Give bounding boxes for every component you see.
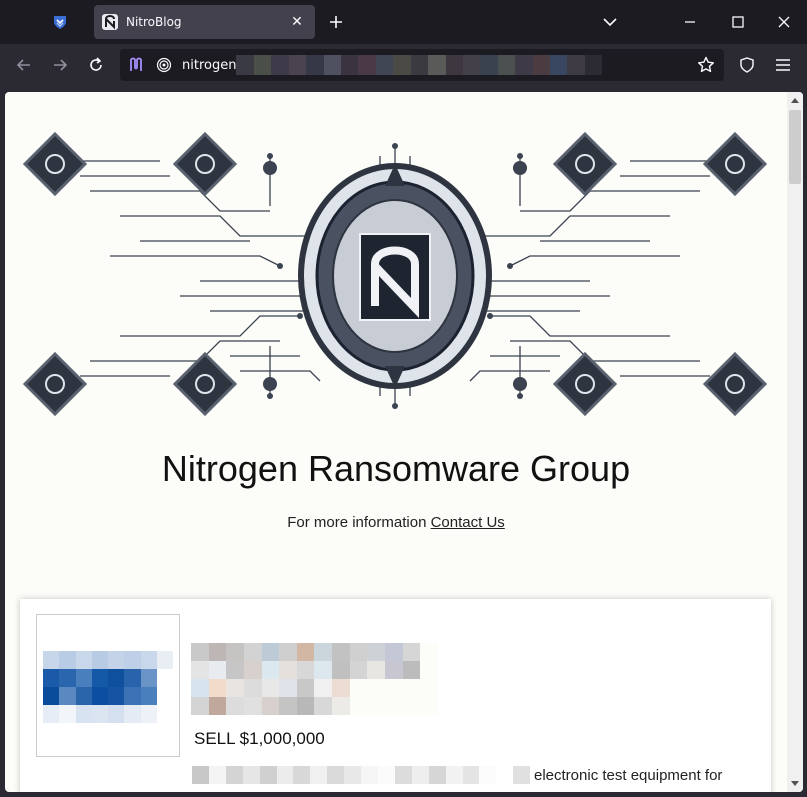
- tab-title: NitroBlog: [126, 15, 182, 29]
- description-visible-text: electronic test equipment for: [534, 766, 723, 784]
- navigation-toolbar: nitrogen: [0, 44, 807, 86]
- menu-button[interactable]: [768, 50, 798, 80]
- close-icon: [778, 16, 790, 28]
- shield-icon: [740, 57, 754, 73]
- post-card[interactable]: SELL $1,000,000 electronic test equipmen…: [20, 599, 771, 792]
- pocket-shield-icon: [54, 16, 66, 29]
- reload-icon: [90, 57, 102, 71]
- tracking-protection-icon[interactable]: [156, 57, 172, 73]
- bookmark-star-button[interactable]: [694, 53, 718, 77]
- scroll-down-arrow-icon[interactable]: [787, 776, 803, 792]
- page-viewport: Nitrogen Ransomware Group For more infor…: [5, 92, 803, 792]
- site-title: Nitrogen Ransomware Group: [161, 448, 631, 489]
- scrollbar-thumb[interactable]: [789, 110, 801, 184]
- maximize-icon: [732, 16, 744, 28]
- description-redacted-block: [192, 766, 531, 784]
- extension-icon[interactable]: [128, 57, 144, 73]
- list-all-tabs-button[interactable]: [596, 8, 624, 36]
- shield-button[interactable]: [732, 50, 762, 80]
- minimize-icon: [685, 21, 695, 23]
- pinned-tab[interactable]: [44, 6, 76, 38]
- post-description: electronic test equipment for: [192, 765, 722, 785]
- info-prefix: For more information: [287, 514, 431, 531]
- forward-button[interactable]: [45, 50, 75, 80]
- close-window-button[interactable]: [764, 4, 804, 40]
- page-scrollbar[interactable]: [787, 92, 803, 792]
- url-text: nitrogen: [182, 57, 237, 73]
- post-thumbnail[interactable]: [36, 614, 180, 757]
- maximize-button[interactable]: [718, 4, 758, 40]
- minimize-button[interactable]: [670, 4, 710, 40]
- banner-circuit-logo-image: [22, 131, 768, 417]
- thumbnail-redacted-logo: [43, 651, 173, 723]
- url-bar[interactable]: nitrogen: [120, 49, 724, 81]
- tab-nitroblog[interactable]: NitroBlog ✕: [94, 5, 315, 39]
- contact-us-link[interactable]: Contact Us: [431, 514, 505, 531]
- close-icon[interactable]: ✕: [285, 10, 309, 34]
- post-title-redacted: [191, 643, 438, 715]
- contact-info-line: For more information Contact Us: [5, 514, 787, 531]
- forward-arrow-icon: [54, 59, 68, 71]
- back-button[interactable]: [9, 50, 39, 80]
- url-redacted-block: [236, 55, 603, 75]
- nitrogen-logo-icon: [102, 14, 118, 30]
- star-icon: [698, 56, 714, 73]
- new-tab-button[interactable]: [322, 8, 350, 36]
- post-price: SELL $1,000,000: [194, 729, 325, 748]
- reload-button[interactable]: [81, 50, 111, 80]
- plus-icon: [330, 16, 342, 28]
- chevron-down-icon: [603, 18, 617, 27]
- back-arrow-icon: [16, 59, 30, 71]
- title-bar: NitroBlog ✕: [0, 0, 807, 44]
- scroll-up-arrow-icon[interactable]: [787, 92, 803, 108]
- hamburger-menu-icon: [776, 59, 790, 71]
